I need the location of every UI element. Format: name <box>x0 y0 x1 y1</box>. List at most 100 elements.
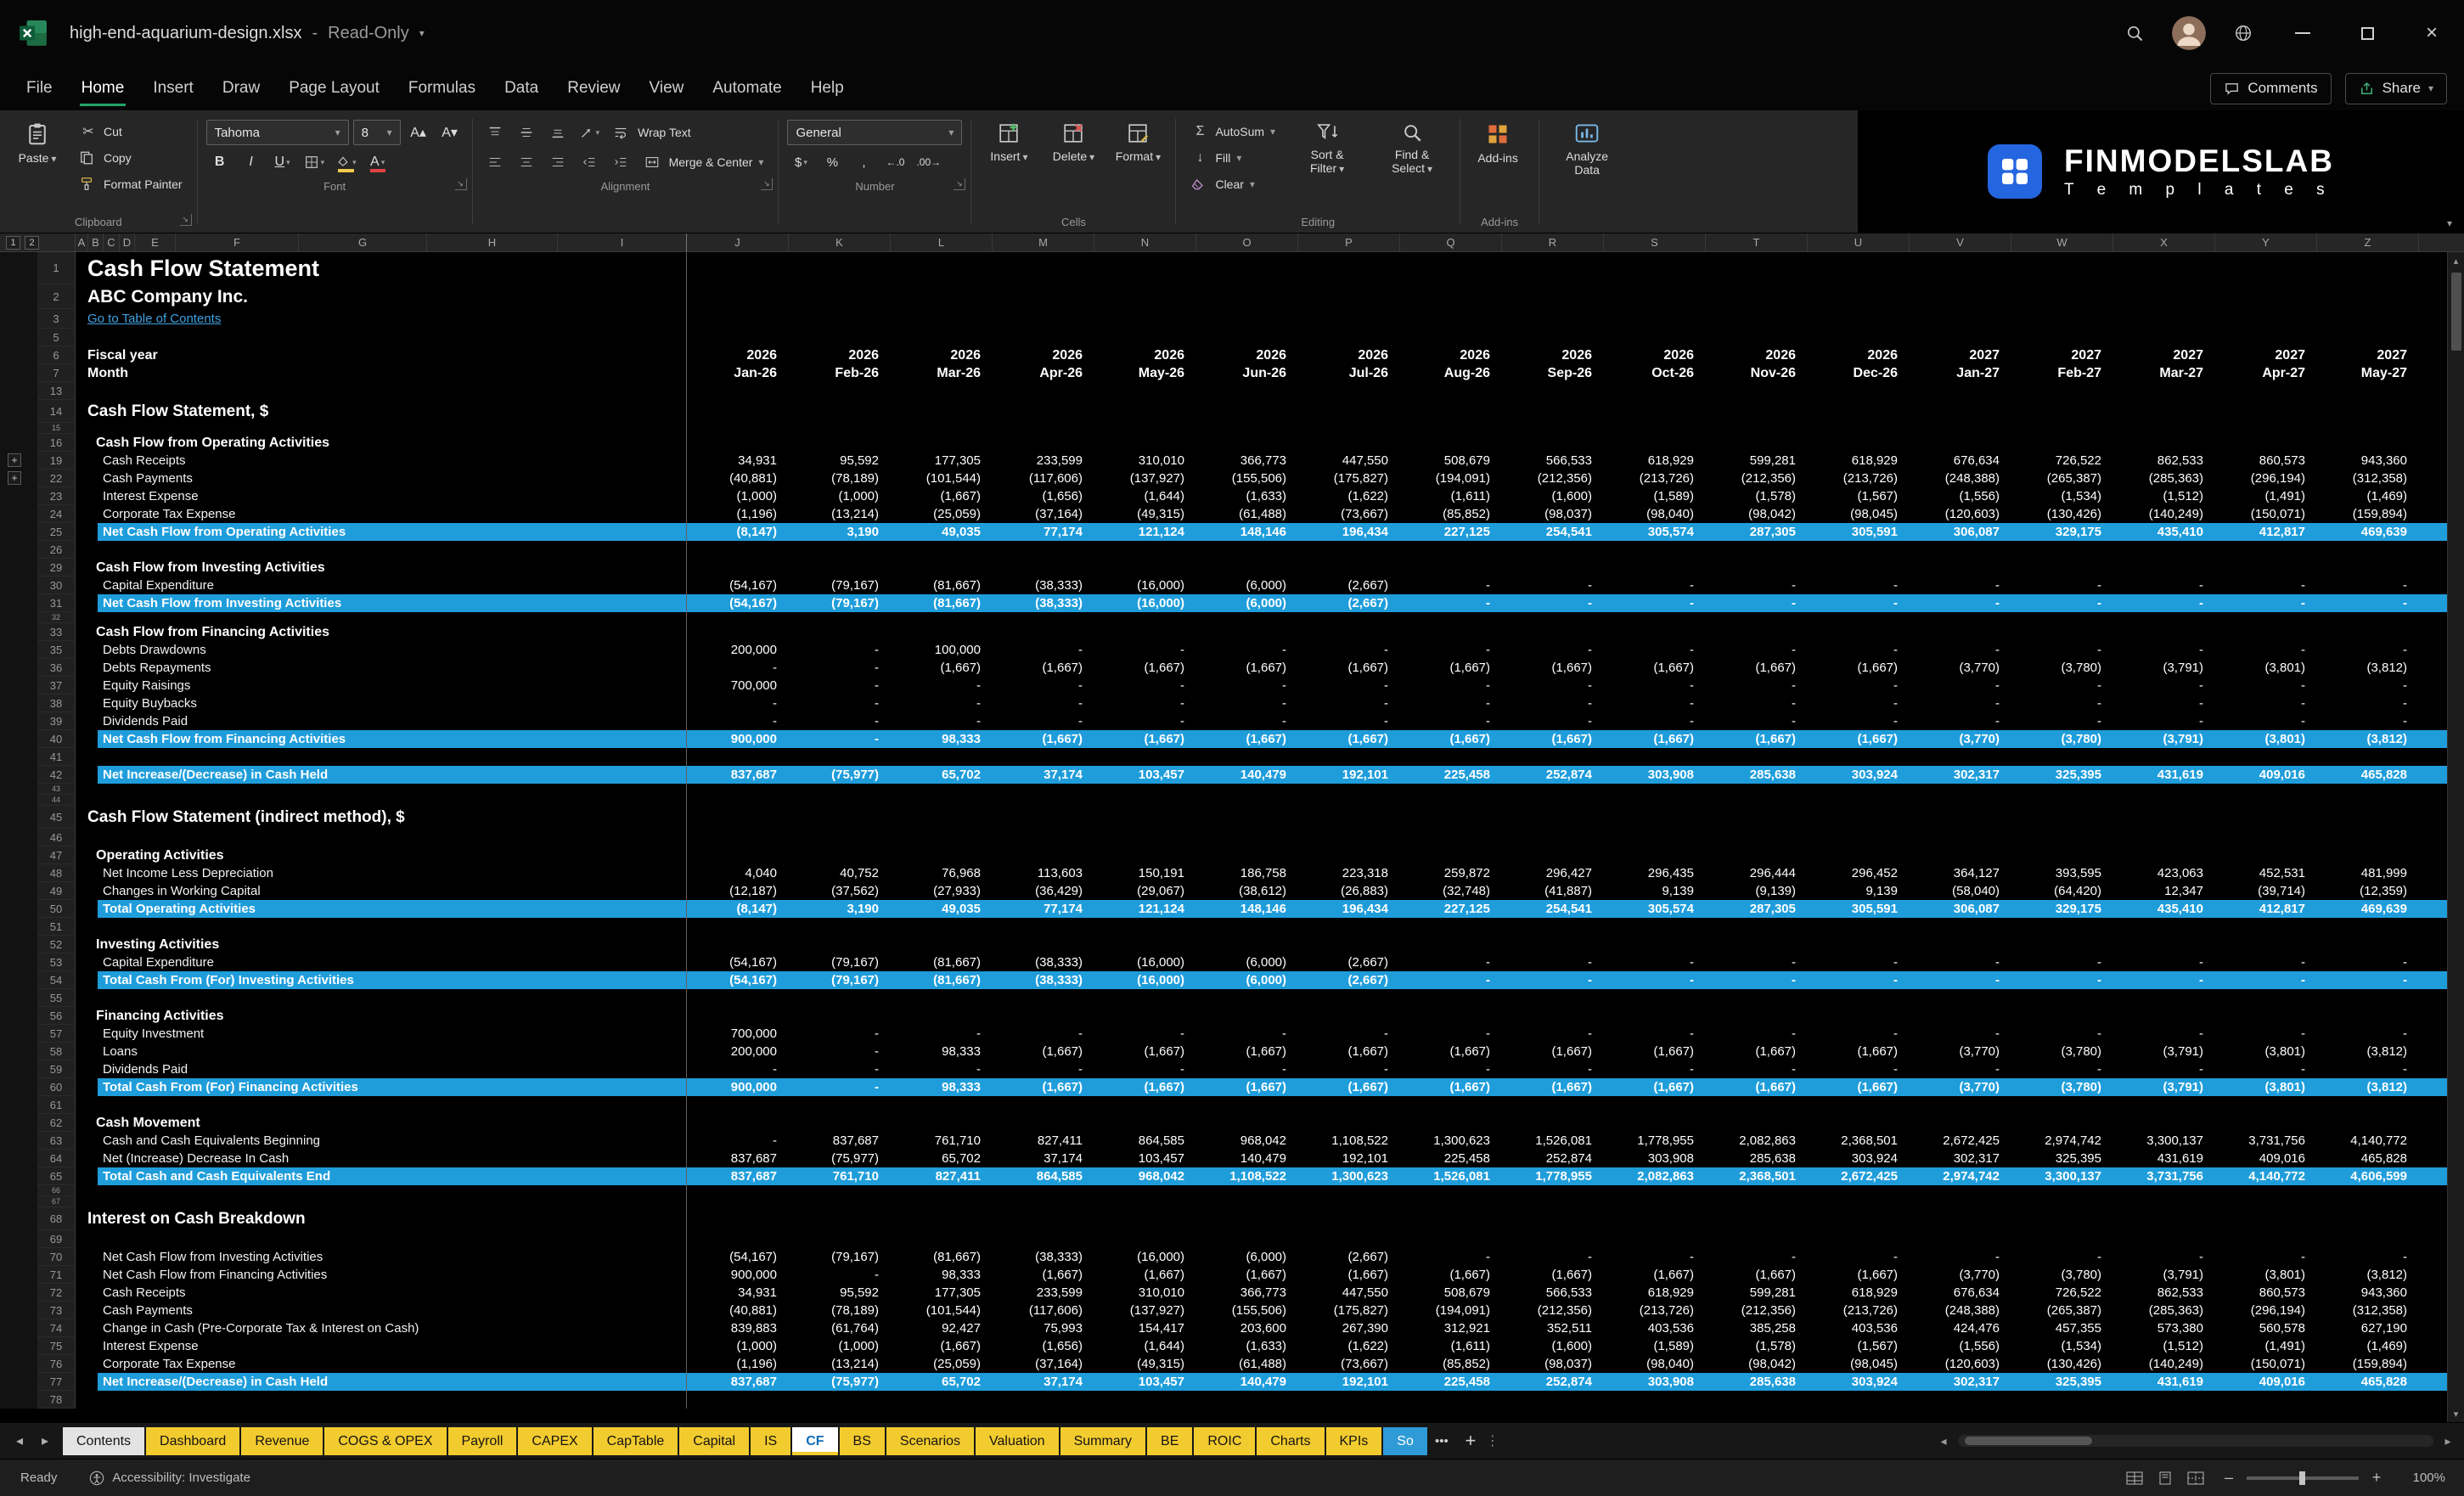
cell-V54[interactable]: - <box>1910 971 2011 989</box>
cell-Y35[interactable]: - <box>2215 641 2317 659</box>
cell-W58[interactable]: (3,780) <box>2011 1043 2113 1060</box>
cell-S48[interactable]: 296,435 <box>1604 864 1706 882</box>
cell-X60[interactable]: (3,791) <box>2113 1078 2215 1096</box>
cell-X22[interactable]: (285,363) <box>2113 470 2215 487</box>
cell-O25[interactable]: 148,146 <box>1196 523 1298 541</box>
cell-S65[interactable]: 2,082,863 <box>1604 1167 1706 1185</box>
cell-L39[interactable]: - <box>891 712 993 730</box>
cell-J57[interactable]: 700,000 <box>687 1025 789 1043</box>
cell-K64[interactable]: (75,977) <box>789 1150 891 1167</box>
cell-M72[interactable]: 233,599 <box>993 1284 1094 1302</box>
cell-T19[interactable]: 599,281 <box>1706 452 1808 470</box>
cell-W22[interactable]: (265,387) <box>2011 470 2113 487</box>
cell-Q63[interactable]: 1,300,623 <box>1400 1132 1502 1150</box>
cell-P57[interactable]: - <box>1298 1025 1400 1043</box>
cell-T36[interactable]: (1,667) <box>1706 659 1808 677</box>
cell-T76[interactable]: (98,042) <box>1706 1355 1808 1373</box>
cell-X39[interactable]: - <box>2113 712 2215 730</box>
cell-Q6[interactable]: 2026 <box>1400 346 1502 364</box>
cell-O30[interactable]: (6,000) <box>1196 576 1298 594</box>
cell-J70[interactable]: (54,167) <box>687 1248 789 1266</box>
cell-X65[interactable]: 3,731,756 <box>2113 1167 2215 1185</box>
row-header-14[interactable]: 14 <box>37 400 76 423</box>
cell-R19[interactable]: 566,533 <box>1502 452 1604 470</box>
scroll-left-icon[interactable]: ◂ <box>1932 1434 1955 1448</box>
row-header-64[interactable]: 64 <box>37 1150 76 1167</box>
cell-Z70[interactable]: - <box>2317 1248 2419 1266</box>
cell-V60[interactable]: (3,770) <box>1910 1078 2011 1096</box>
cell-V76[interactable]: (120,603) <box>1910 1355 2011 1373</box>
column-header-F[interactable]: F <box>176 233 299 251</box>
cell-Q74[interactable]: 312,921 <box>1400 1319 1502 1337</box>
more-sheets-button[interactable]: ••• <box>1427 1423 1456 1459</box>
row-header-77[interactable]: 77 <box>37 1373 76 1391</box>
cell-S72[interactable]: 618,929 <box>1604 1284 1706 1302</box>
cell-V59[interactable]: - <box>1910 1060 2011 1078</box>
cell-S30[interactable]: - <box>1604 576 1706 594</box>
dialog-launcher-icon[interactable]: ↘ <box>180 214 192 226</box>
cell-W57[interactable]: - <box>2011 1025 2113 1043</box>
cell-T50[interactable]: 287,305 <box>1706 900 1808 918</box>
cell-Q65[interactable]: 1,526,081 <box>1400 1167 1502 1185</box>
cell-W71[interactable]: (3,780) <box>2011 1266 2113 1284</box>
cell-X57[interactable]: - <box>2113 1025 2215 1043</box>
cell-N60[interactable]: (1,667) <box>1094 1078 1196 1096</box>
cell-O63[interactable]: 968,042 <box>1196 1132 1298 1150</box>
cell-Z58[interactable]: (3,812) <box>2317 1043 2419 1060</box>
cell-L7[interactable]: Mar-26 <box>891 364 993 382</box>
column-header-V[interactable]: V <box>1910 233 2011 251</box>
cell-X6[interactable]: 2027 <box>2113 346 2215 364</box>
cell-L37[interactable]: - <box>891 677 993 695</box>
cell-J48[interactable]: 4,040 <box>687 864 789 882</box>
cell-N6[interactable]: 2026 <box>1094 346 1196 364</box>
cell-O71[interactable]: (1,667) <box>1196 1266 1298 1284</box>
cell-L40[interactable]: 98,333 <box>891 730 993 748</box>
cell-R31[interactable]: - <box>1502 594 1604 612</box>
cell-L50[interactable]: 49,035 <box>891 900 993 918</box>
cell-J64[interactable]: 837,687 <box>687 1150 789 1167</box>
autosum-button[interactable]: ΣAutoSum▾ <box>1184 120 1281 143</box>
cell-T48[interactable]: 296,444 <box>1706 864 1808 882</box>
cell-R23[interactable]: (1,600) <box>1502 487 1604 505</box>
page-break-view-icon[interactable] <box>2187 1471 2204 1485</box>
ribbon-tab-home[interactable]: Home <box>67 66 139 110</box>
cell-M63[interactable]: 827,411 <box>993 1132 1094 1150</box>
cell-Z74[interactable]: 627,190 <box>2317 1319 2419 1337</box>
column-header-R[interactable]: R <box>1502 233 1604 251</box>
cell-M53[interactable]: (38,333) <box>993 953 1094 971</box>
cell-O24[interactable]: (61,488) <box>1196 505 1298 523</box>
cell-S60[interactable]: (1,667) <box>1604 1078 1706 1096</box>
cell-U63[interactable]: 2,368,501 <box>1808 1132 1910 1150</box>
increase-decimal-button[interactable]: ←.0 <box>881 149 909 175</box>
cell-Z40[interactable]: (3,812) <box>2317 730 2419 748</box>
cell-L63[interactable]: 761,710 <box>891 1132 993 1150</box>
cell-W30[interactable]: - <box>2011 576 2113 594</box>
cell-N77[interactable]: 103,457 <box>1094 1373 1196 1391</box>
cell-P50[interactable]: 196,434 <box>1298 900 1400 918</box>
cell-U76[interactable]: (98,045) <box>1808 1355 1910 1373</box>
copy-button[interactable]: Copy <box>73 146 188 170</box>
cell-P59[interactable]: - <box>1298 1060 1400 1078</box>
cell-V30[interactable]: - <box>1910 576 2011 594</box>
cell-J53[interactable]: (54,167) <box>687 953 789 971</box>
cell-N57[interactable]: - <box>1094 1025 1196 1043</box>
row-header-7[interactable]: 7 <box>37 364 76 382</box>
cell-K6[interactable]: 2026 <box>789 346 891 364</box>
cell-M58[interactable]: (1,667) <box>993 1043 1094 1060</box>
cell-O59[interactable]: - <box>1196 1060 1298 1078</box>
cell-R72[interactable]: 566,533 <box>1502 1284 1604 1302</box>
cell-R75[interactable]: (1,600) <box>1502 1337 1604 1355</box>
cell-M24[interactable]: (37,164) <box>993 505 1094 523</box>
column-header-B[interactable]: B <box>88 233 104 251</box>
cell-T70[interactable]: - <box>1706 1248 1808 1266</box>
row-header-49[interactable]: 49 <box>37 882 76 900</box>
cell-N42[interactable]: 103,457 <box>1094 766 1196 784</box>
cell-O19[interactable]: 366,773 <box>1196 452 1298 470</box>
cell-S76[interactable]: (98,040) <box>1604 1355 1706 1373</box>
align-top-button[interactable] <box>481 120 509 145</box>
cell-N35[interactable]: - <box>1094 641 1196 659</box>
cell-X49[interactable]: 12,347 <box>2113 882 2215 900</box>
cell-V71[interactable]: (3,770) <box>1910 1266 2011 1284</box>
align-center-button[interactable] <box>513 149 540 175</box>
cell-T40[interactable]: (1,667) <box>1706 730 1808 748</box>
